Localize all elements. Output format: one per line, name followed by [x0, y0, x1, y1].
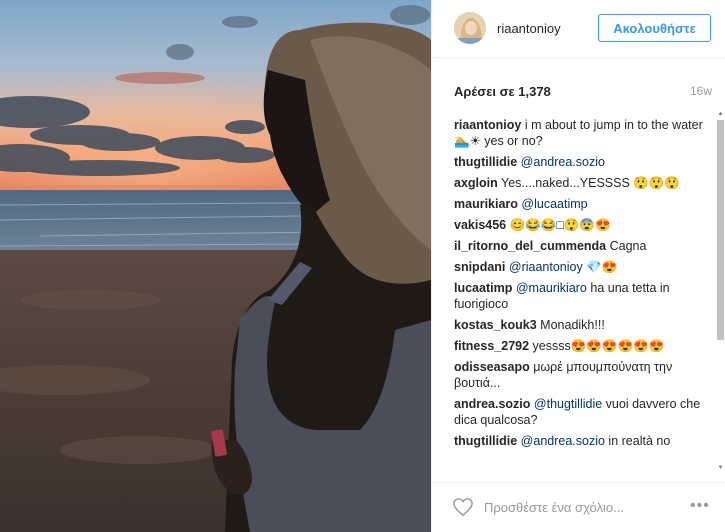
comment-username[interactable]: vakis456 [454, 218, 506, 232]
comment-username[interactable]: fitness_2792 [454, 339, 529, 353]
comments-scrollbar[interactable]: ▲ ▼ [717, 110, 724, 472]
comment-mention[interactable]: @maurikiaro [516, 281, 587, 295]
comment-item: andrea.sozio @thugtillidie vuoi davvero … [454, 396, 709, 428]
comment-text: yessss😍😍😍😍😍😍 [532, 339, 665, 353]
comment-username[interactable]: odisseasapo [454, 360, 530, 374]
scroll-thumb[interactable] [717, 120, 724, 340]
sunset-beach-photo [0, 0, 431, 532]
comment-text: Yes....naked...YESSSS 😲😲😲 [501, 176, 680, 190]
heart-outline-icon[interactable] [452, 497, 474, 517]
comment-item: maurikiaro @lucaatimp [454, 196, 709, 212]
comment-item: axgloin Yes....naked...YESSSS 😲😲😲 [454, 175, 709, 191]
comment-item: il_ritorno_del_cummenda Cagna [454, 238, 709, 254]
post-header: riaantonioy Ακολουθήστε [432, 0, 725, 58]
comment-mention[interactable]: @riaantonioy [509, 260, 583, 274]
comment-item: lucaatimp @maurikiaro ha una tetta in fu… [454, 280, 709, 312]
comment-item: kostas_kouk3 Monadikh!!! [454, 317, 709, 333]
comment-item: thugtillidie @andrea.sozio [454, 154, 709, 170]
scroll-down-arrow-icon[interactable]: ▼ [717, 464, 724, 472]
follow-button[interactable]: Ακολουθήστε [598, 14, 711, 42]
comment-text: 💎😍 [586, 260, 618, 274]
profile-photo [454, 12, 486, 44]
scroll-up-arrow-icon[interactable]: ▲ [717, 110, 724, 118]
comment-username[interactable]: andrea.sozio [454, 397, 530, 411]
likes-row: Αρέσει σε 1,378 16w [454, 84, 712, 100]
post-photo[interactable] [0, 0, 431, 532]
comment-text: Monadikh!!! [540, 318, 605, 332]
comment-item: vakis456 😊😂😂□😲😨😍 [454, 217, 709, 233]
post-time[interactable]: 16w [690, 84, 712, 98]
likes-count[interactable]: Αρέσει σε 1,378 [454, 84, 551, 99]
comment-mention[interactable]: @andrea.sozio [521, 434, 605, 448]
comment-username[interactable]: thugtillidie [454, 155, 517, 169]
comment-username[interactable]: thugtillidie [454, 434, 517, 448]
comment-username[interactable]: kostas_kouk3 [454, 318, 537, 332]
comment-item: odisseasapo μωρέ μπουμπούνατη την βουτιά… [454, 359, 709, 391]
comment-item: riaantonioy i m about to jump in to the … [454, 117, 709, 149]
comment-mention[interactable]: @thugtillidie [534, 397, 602, 411]
comment-mention[interactable]: @andrea.sozio [521, 155, 605, 169]
comment-mention[interactable]: @lucaatimp [521, 197, 587, 211]
more-options-icon[interactable]: ••• [690, 497, 710, 515]
comment-item: fitness_2792 yessss😍😍😍😍😍😍 [454, 338, 709, 354]
comment-item: thugtillidie @andrea.sozio in realtà no [454, 433, 709, 449]
comment-text: Cagna [609, 239, 647, 253]
comment-username[interactable]: il_ritorno_del_cummenda [454, 239, 606, 253]
username-link[interactable]: riaantonioy [497, 21, 561, 36]
comment-username[interactable]: axgloin [454, 176, 498, 190]
comment-text: in realtà no [608, 434, 671, 448]
comment-item: snipdani @riaantonioy 💎😍 [454, 259, 709, 275]
comments-list: riaantonioy i m about to jump in to the … [454, 117, 709, 469]
comment-username[interactable]: snipdani [454, 260, 505, 274]
comment-input[interactable] [484, 495, 674, 519]
comment-text: 😊😂😂□😲😨😍 [509, 218, 611, 232]
instagram-post: riaantonioy Ακολουθήστε Αρέσει σε 1,378 … [0, 0, 725, 532]
comment-username[interactable]: maurikiaro [454, 197, 518, 211]
comment-username[interactable]: riaantonioy [454, 118, 521, 132]
post-side-panel: riaantonioy Ακολουθήστε Αρέσει σε 1,378 … [431, 0, 725, 532]
avatar[interactable] [454, 12, 486, 44]
comment-username[interactable]: lucaatimp [454, 281, 512, 295]
post-footer: ••• [432, 482, 725, 532]
